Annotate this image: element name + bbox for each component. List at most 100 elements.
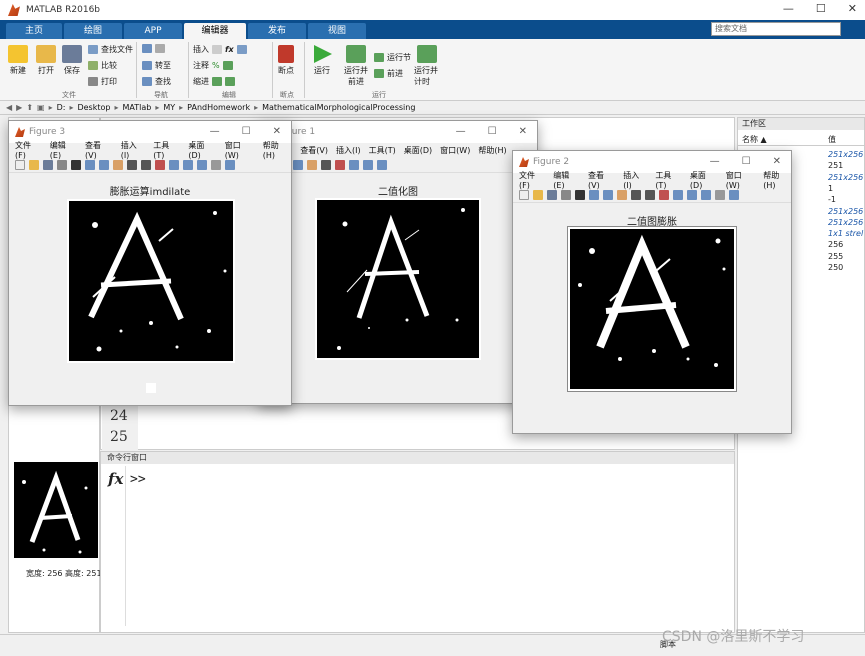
- tab-home[interactable]: 主页: [6, 23, 62, 39]
- workspace-value[interactable]: 251x256: [828, 207, 863, 216]
- tab-view[interactable]: 视图: [308, 23, 366, 39]
- datatip-icon[interactable]: [645, 189, 655, 200]
- up-folder-icon[interactable]: ⬆: [26, 103, 33, 112]
- zoom-in-icon[interactable]: [85, 159, 95, 170]
- find-button[interactable]: 查找: [142, 76, 171, 87]
- menu-edit[interactable]: 编辑(E): [50, 140, 77, 160]
- workspace-value[interactable]: 250: [828, 263, 843, 272]
- menu-view[interactable]: 查看(V): [588, 170, 615, 190]
- menu-tools[interactable]: 工具(T): [369, 145, 396, 156]
- figure-2-window[interactable]: Figure 2 — ☐ ✕ 文件(F) 编辑(E) 查看(V) 插入(I) 工具(…: [512, 150, 792, 434]
- close-icon[interactable]: ✕: [848, 2, 857, 15]
- back-forward-buttons[interactable]: [142, 44, 165, 53]
- new-figure-icon[interactable]: [519, 189, 529, 200]
- run-section-button[interactable]: 运行节: [374, 52, 411, 63]
- print-icon[interactable]: [561, 189, 571, 200]
- col-name[interactable]: 名称 ▲: [742, 134, 767, 145]
- minimize-icon[interactable]: —: [783, 2, 794, 15]
- tab-apps[interactable]: APP: [124, 23, 182, 39]
- minimize-icon[interactable]: —: [456, 126, 466, 137]
- run-advance-button[interactable]: 运行并前进: [343, 45, 369, 87]
- pan-icon[interactable]: [113, 159, 123, 170]
- maximize-icon[interactable]: ☐: [742, 156, 751, 167]
- advance-button[interactable]: 前进: [374, 68, 403, 79]
- datatip-icon[interactable]: [141, 159, 151, 170]
- tab-editor[interactable]: 编辑器: [184, 23, 246, 39]
- minimize-icon[interactable]: —: [210, 126, 220, 137]
- menu-insert[interactable]: 插入(I): [336, 145, 361, 156]
- link-icon[interactable]: [673, 189, 683, 200]
- legend-icon[interactable]: [197, 159, 207, 170]
- dock-icon[interactable]: [225, 159, 235, 170]
- fx-icon[interactable]: fx: [108, 470, 123, 488]
- workspace-value[interactable]: 1x1 strel: [828, 229, 863, 238]
- pointer-icon[interactable]: [575, 189, 585, 200]
- menu-view[interactable]: 查看(V): [300, 145, 328, 156]
- menu-help[interactable]: 帮助(H): [263, 140, 291, 160]
- workspace-value[interactable]: -1: [828, 195, 836, 204]
- brush-icon[interactable]: [659, 189, 669, 200]
- print-button[interactable]: 打印: [88, 76, 117, 87]
- command-prompt[interactable]: >>: [130, 472, 146, 487]
- workspace-value[interactable]: 251x256: [828, 150, 863, 159]
- open-button[interactable]: 打开: [36, 45, 56, 76]
- brush-icon[interactable]: [155, 159, 165, 170]
- workspace-value[interactable]: 251x256: [828, 173, 863, 182]
- figure-3-window[interactable]: Figure 3 — ☐ ✕ 文件(F) 编辑(E) 查看(V) 插入(I) 工具(…: [8, 120, 292, 406]
- close-icon[interactable]: ✕: [273, 126, 281, 137]
- pointer-icon[interactable]: [71, 159, 81, 170]
- back-arrow-icon[interactable]: ◀: [6, 103, 12, 112]
- workspace-value[interactable]: 256: [828, 240, 843, 249]
- open-icon[interactable]: [29, 159, 39, 170]
- menu-window[interactable]: 窗口(W): [440, 145, 470, 156]
- workspace-value[interactable]: 251: [828, 161, 843, 170]
- tab-plots[interactable]: 绘图: [64, 23, 122, 39]
- menu-view[interactable]: 查看(V): [85, 140, 113, 160]
- workspace-value[interactable]: 255: [828, 252, 843, 261]
- close-icon[interactable]: ✕: [519, 126, 527, 137]
- run-time-button[interactable]: 运行并计时: [414, 45, 440, 87]
- col-value[interactable]: 值: [828, 134, 836, 145]
- dock-icon[interactable]: [729, 189, 739, 200]
- open-icon[interactable]: [533, 189, 543, 200]
- browse-folder-icon[interactable]: ▣: [37, 103, 45, 112]
- menu-insert[interactable]: 插入(I): [121, 140, 146, 160]
- link-icon[interactable]: [349, 159, 359, 170]
- menu-help[interactable]: 帮助(H): [763, 170, 791, 190]
- hide-tools-icon[interactable]: [715, 189, 725, 200]
- menu-tools[interactable]: 工具(T): [153, 140, 180, 160]
- goto-button[interactable]: 转至: [142, 60, 171, 71]
- minimize-icon[interactable]: —: [710, 156, 720, 167]
- find-files-button[interactable]: 查找文件: [88, 44, 133, 55]
- menu-file[interactable]: 文件(F): [519, 170, 545, 190]
- compare-button[interactable]: 比较: [88, 60, 117, 71]
- rotate-icon[interactable]: [127, 159, 137, 170]
- menu-desktop[interactable]: 桌面(D): [404, 145, 432, 156]
- workspace-value[interactable]: 251x256: [828, 218, 863, 227]
- pan-icon[interactable]: [617, 189, 627, 200]
- rotate-icon[interactable]: [321, 159, 331, 170]
- close-icon[interactable]: ✕: [773, 156, 781, 167]
- link-icon[interactable]: [169, 159, 179, 170]
- insert-button[interactable]: 插入 fx: [193, 44, 247, 55]
- breadcrumb-current[interactable]: MathematicalMorphologicalProcessing: [262, 103, 415, 112]
- legend-icon[interactable]: [701, 189, 711, 200]
- breadcrumb-my[interactable]: MY: [163, 103, 175, 112]
- zoom-in-icon[interactable]: [589, 189, 599, 200]
- pan-icon[interactable]: [307, 159, 317, 170]
- menu-window[interactable]: 窗口(W): [726, 170, 756, 190]
- breadcrumb-drive[interactable]: D:: [57, 103, 66, 112]
- menu-window[interactable]: 窗口(W): [225, 140, 255, 160]
- print-icon[interactable]: [57, 159, 67, 170]
- menu-file[interactable]: 文件(F): [15, 140, 42, 160]
- figure-1-window[interactable]: Figure 1 —☐✕ 编辑(E) 查看(V) 插入(I) 工具(T) 桌面(…: [258, 120, 538, 404]
- hide-tools-icon[interactable]: [211, 159, 221, 170]
- new-figure-icon[interactable]: [15, 159, 25, 170]
- menu-desktop[interactable]: 桌面(D): [690, 170, 718, 190]
- zoom-out-icon[interactable]: [293, 159, 303, 170]
- breadcrumb-pandhomework[interactable]: PAndHomework: [187, 103, 250, 112]
- colorbar-icon[interactable]: [183, 159, 193, 170]
- zoom-out-icon[interactable]: [603, 189, 613, 200]
- command-window[interactable]: [100, 451, 735, 633]
- workspace-value[interactable]: 1: [828, 184, 833, 193]
